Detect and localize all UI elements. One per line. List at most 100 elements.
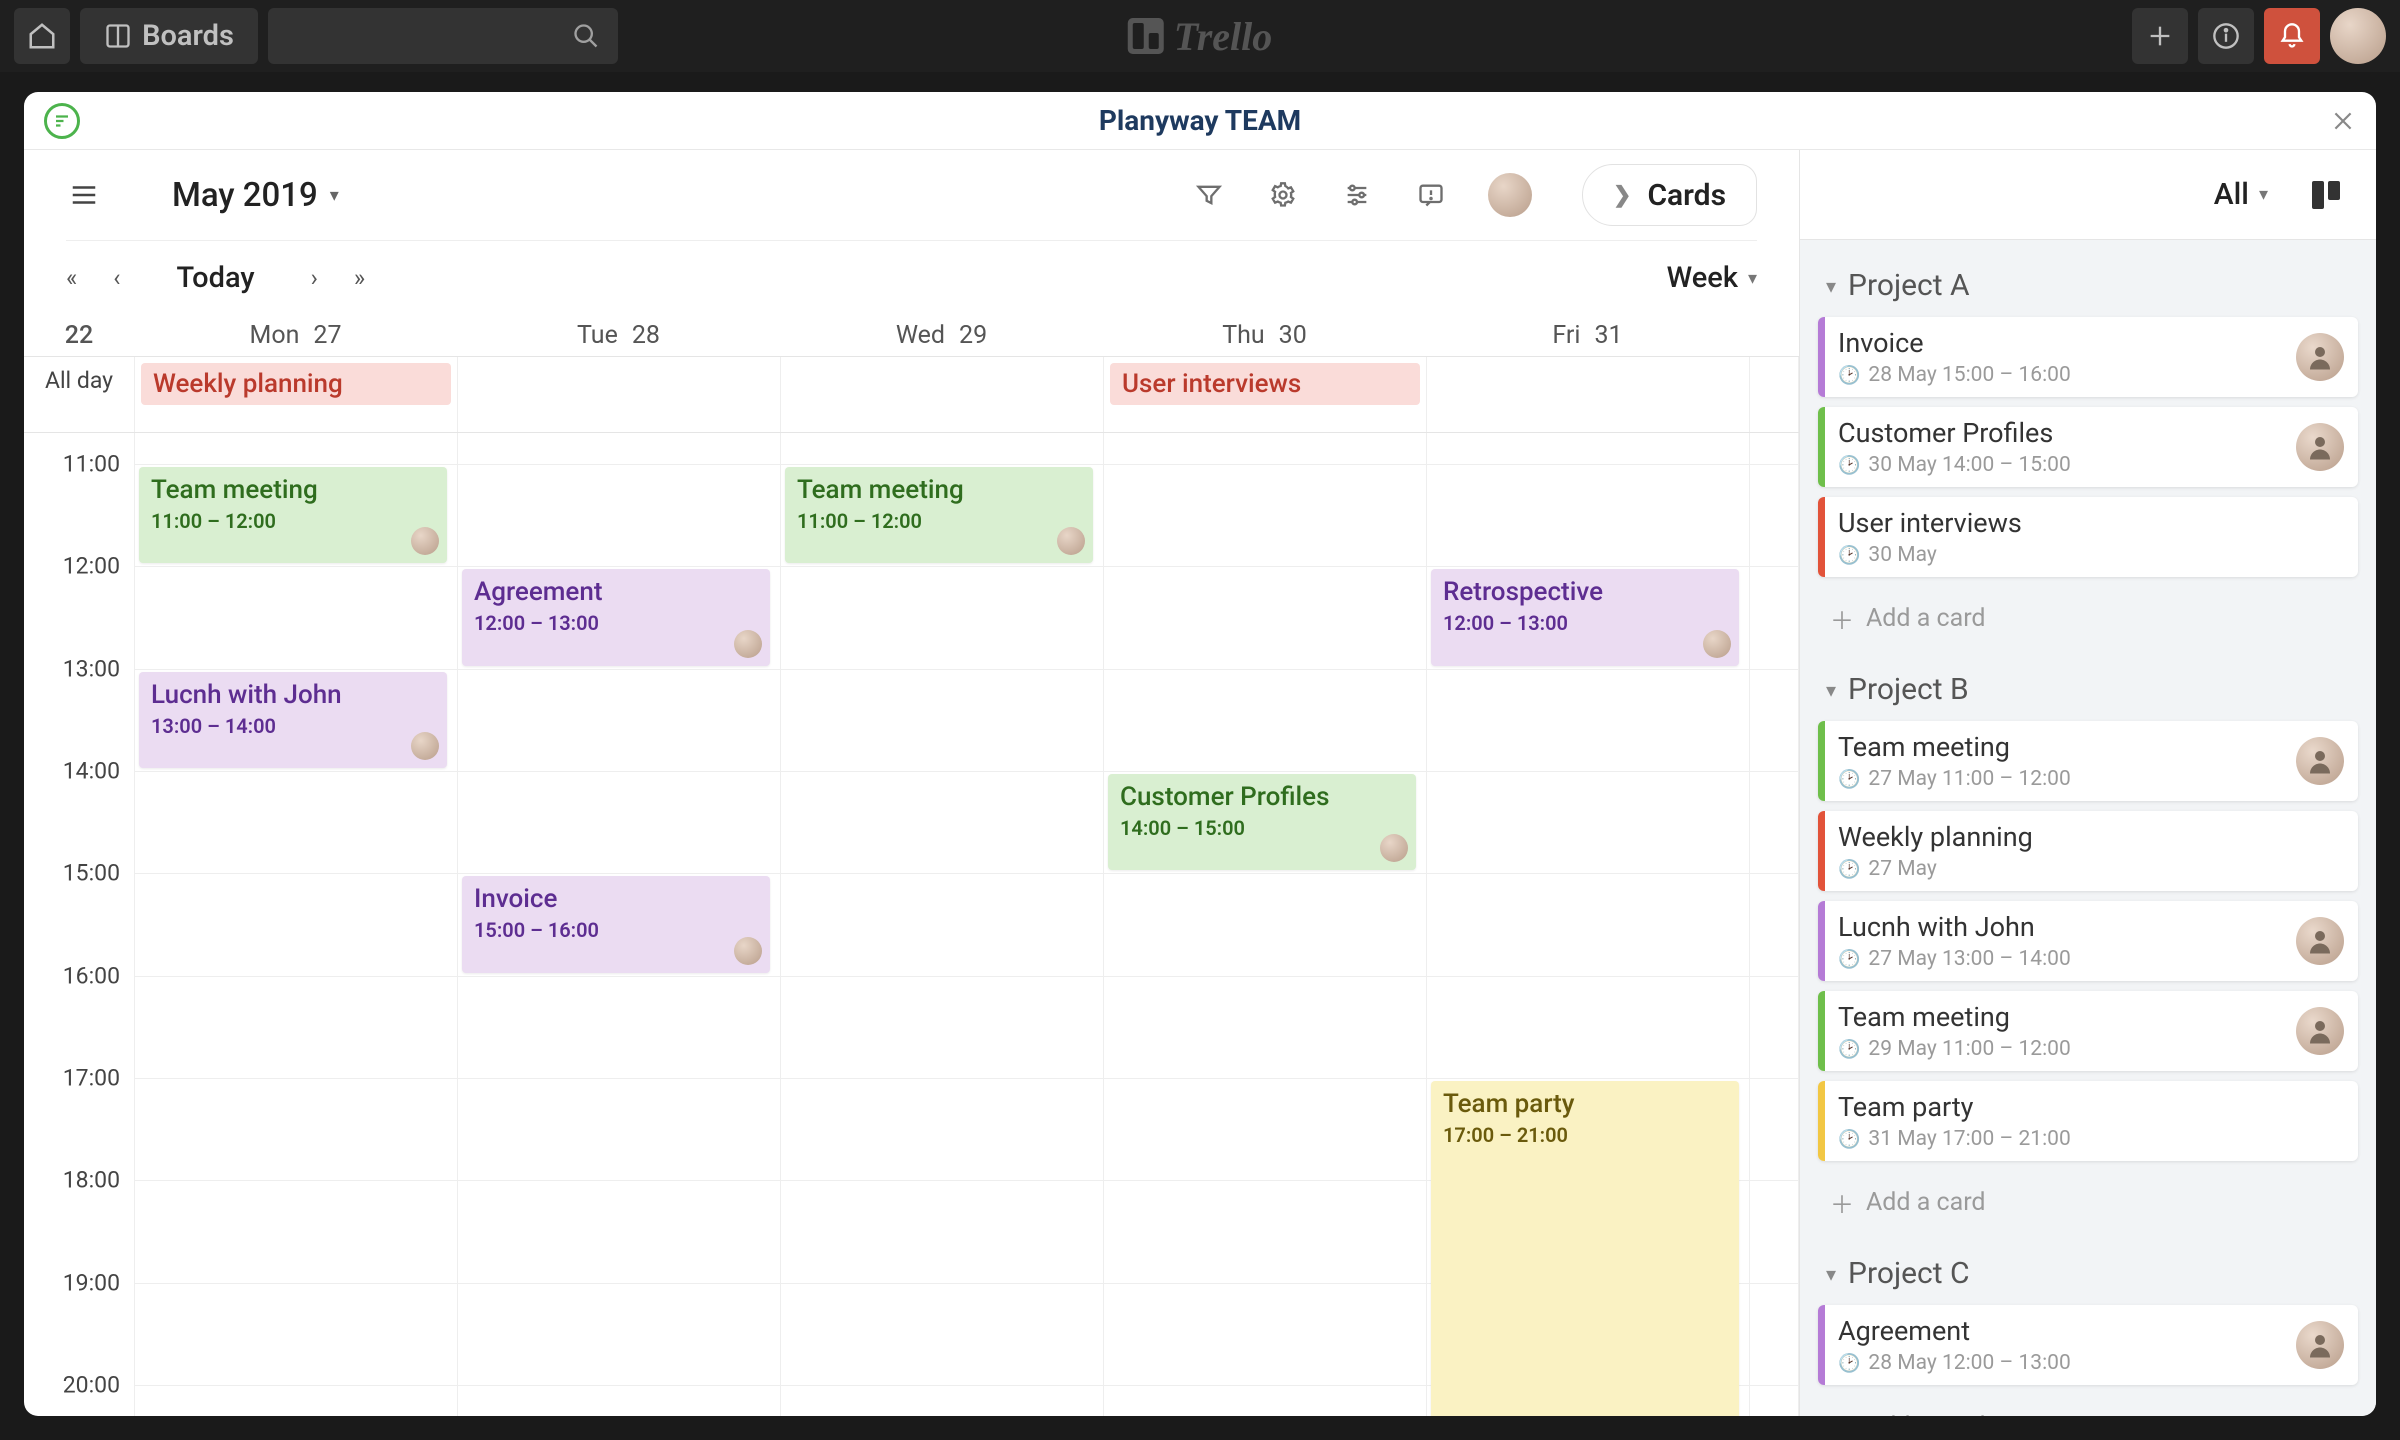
clock-icon: 🕑: [1838, 545, 1860, 566]
card-title: User interviews: [1838, 507, 2344, 539]
project-header[interactable]: ▾Project A: [1818, 252, 2358, 317]
sidebar-card[interactable]: Weekly planning🕑27 May: [1818, 811, 2358, 891]
day-header: Thu30: [1103, 315, 1426, 356]
card-meta: 🕑27 May: [1838, 857, 2344, 881]
add-button[interactable]: [2132, 8, 2188, 64]
prev-button[interactable]: ‹: [113, 264, 120, 292]
day-column[interactable]: Agreement12:00 – 13:00 Invoice15:00 – 16:…: [457, 433, 780, 1416]
menu-button[interactable]: [66, 180, 102, 210]
sliders-icon: [1343, 181, 1371, 209]
chevron-down-icon: ▾: [1826, 274, 1836, 298]
calendar-grid[interactable]: 11:0012:0013:0014:0015:0016:0017:0018:00…: [24, 433, 1799, 1416]
event-title: Agreement: [474, 577, 758, 607]
toolbar-avatar[interactable]: [1488, 173, 1532, 217]
add-card-button[interactable]: ＋Add a card: [1818, 587, 2358, 656]
project-header[interactable]: ▾Project C: [1818, 1240, 2358, 1305]
month-selector[interactable]: May 2019 ▾: [172, 176, 339, 215]
week-number: 22: [24, 315, 134, 356]
day-column[interactable]: Team meeting11:00 – 12:00 Lucnh with John…: [134, 433, 457, 1416]
clock-icon: 🕑: [1838, 949, 1860, 970]
add-card-button[interactable]: ＋Add a card: [1818, 1171, 2358, 1240]
day-column[interactable]: Retrospective12:00 – 13:00 Team party17:0…: [1426, 433, 1749, 1416]
allday-event[interactable]: User interviews: [1110, 363, 1420, 405]
calendar-event[interactable]: Lucnh with John13:00 – 14:00: [139, 672, 447, 768]
calendar-event[interactable]: Team meeting11:00 – 12:00: [785, 467, 1093, 563]
user-avatar[interactable]: [2330, 8, 2386, 64]
boards-button[interactable]: Boards: [80, 8, 258, 64]
allday-cell[interactable]: [1426, 357, 1749, 432]
planyway-window: Planyway TEAM May 2019 ▾: [24, 92, 2376, 1416]
card-color-bar: [1818, 1081, 1825, 1161]
sidebar-card[interactable]: Team party🕑31 May 17:00 – 21:00: [1818, 1081, 2358, 1161]
calendar-event[interactable]: Invoice15:00 – 16:00: [462, 876, 770, 972]
calendar-event[interactable]: Customer Profiles14:00 – 15:00: [1108, 774, 1416, 870]
sidebar-card[interactable]: Invoice🕑28 May 15:00 – 16:00: [1818, 317, 2358, 397]
sidebar-card[interactable]: User interviews 🕑30 May: [1818, 497, 2358, 577]
plus-icon: [2146, 22, 2174, 50]
event-time: 17:00 – 21:00: [1443, 1123, 1727, 1147]
day-header: Mon27: [134, 315, 457, 356]
next-button[interactable]: ›: [311, 264, 318, 292]
card-title: Team meeting: [1838, 731, 2296, 763]
calendar-event[interactable]: Retrospective12:00 – 13:00: [1431, 569, 1739, 665]
allday-cell[interactable]: [1749, 357, 1799, 432]
gear-icon: [1269, 181, 1297, 209]
calendar-event[interactable]: Team meeting11:00 – 12:00: [139, 467, 447, 563]
sidebar-view-toggle[interactable]: [2312, 181, 2340, 209]
sidebar: All ▾ ▾Project AInvoice🕑28 May 15:00 – 1…: [1800, 150, 2376, 1416]
settings-button[interactable]: [1266, 178, 1300, 212]
allday-event[interactable]: Weekly planning: [141, 363, 451, 405]
notifications-button[interactable]: [2264, 8, 2320, 64]
sidebar-filter-all[interactable]: All ▾: [2214, 177, 2268, 212]
project-header[interactable]: ▾Project B: [1818, 656, 2358, 721]
sliders-button[interactable]: [1340, 178, 1374, 212]
search-input[interactable]: [268, 8, 618, 64]
home-button[interactable]: [14, 8, 70, 64]
cards-toggle-button[interactable]: ❯ Cards: [1582, 164, 1757, 226]
allday-cell[interactable]: User interviews: [1103, 357, 1426, 432]
plus-icon: ＋: [1830, 1409, 1854, 1416]
time-label: 17:00: [63, 1065, 120, 1092]
card-title: Lucnh with John: [1838, 911, 2296, 943]
allday-cell[interactable]: [780, 357, 1103, 432]
card-meta: 🕑27 May 13:00 – 14:00: [1838, 947, 2296, 971]
calendar-event[interactable]: Team party17:00 – 21:00: [1431, 1081, 1739, 1416]
allday-cell[interactable]: Weekly planning: [134, 357, 457, 432]
sidebar-card[interactable]: Agreement🕑28 May 12:00 – 13:00: [1818, 1305, 2358, 1385]
event-avatar: [411, 527, 439, 555]
clock-icon: 🕑: [1838, 859, 1860, 880]
sidebar-card[interactable]: Lucnh with John 🕑27 May 13:00 – 14:00: [1818, 901, 2358, 981]
allday-cell[interactable]: [457, 357, 780, 432]
calendar-event[interactable]: Agreement12:00 – 13:00: [462, 569, 770, 665]
sidebar-card[interactable]: Team meeting🕑29 May 11:00 – 12:00: [1818, 991, 2358, 1071]
next-fast-button[interactable]: »: [354, 264, 365, 292]
time-label: 11:00: [63, 450, 120, 477]
day-column[interactable]: Customer Profiles14:00 – 15:00: [1103, 433, 1426, 1416]
card-meta: 🕑30 May 14:00 – 15:00: [1838, 453, 2296, 477]
chevron-right-icon: ❯: [1613, 183, 1631, 208]
card-title: Invoice: [1838, 327, 2296, 359]
sidebar-list[interactable]: ▾Project AInvoice🕑28 May 15:00 – 16:00 Cu…: [1800, 240, 2376, 1416]
prev-fast-button[interactable]: «: [66, 264, 77, 292]
feedback-button[interactable]: [1414, 178, 1448, 212]
view-label: Week: [1667, 261, 1738, 295]
filter-button[interactable]: [1192, 178, 1226, 212]
close-button[interactable]: [2330, 108, 2356, 134]
card-meta: 🕑27 May 11:00 – 12:00: [1838, 767, 2296, 791]
day-column[interactable]: Team meeting11:00 – 12:00: [780, 433, 1103, 1416]
info-button[interactable]: [2198, 8, 2254, 64]
trello-logo: Trello: [1128, 13, 1273, 60]
event-title: Retrospective: [1443, 577, 1727, 607]
sidebar-card[interactable]: Customer Profiles🕑30 May 14:00 – 15:00: [1818, 407, 2358, 487]
today-button[interactable]: Today: [176, 261, 254, 295]
view-selector[interactable]: Week ▾: [1667, 261, 1757, 295]
event-title: Customer Profiles: [1120, 782, 1404, 812]
card-avatar: [2296, 1007, 2344, 1055]
add-card-button[interactable]: ＋Add a card: [1818, 1395, 2358, 1416]
feedback-icon: [1417, 181, 1445, 209]
chevron-down-icon: ▾: [330, 185, 339, 206]
calendar-main: May 2019 ▾: [24, 150, 1800, 1416]
card-meta: 🕑30 May: [1838, 543, 2344, 567]
sidebar-card[interactable]: Team meeting 🕑27 May 11:00 – 12:00: [1818, 721, 2358, 801]
chevron-down-icon: ▾: [1826, 1262, 1836, 1286]
